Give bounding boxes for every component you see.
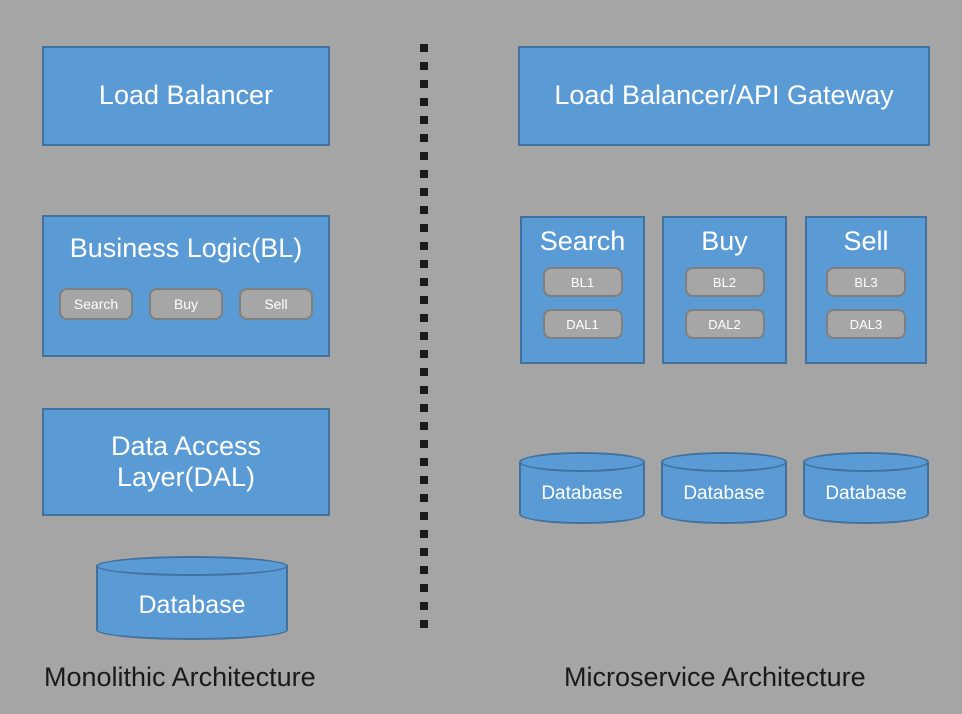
- monolith-load-balancer-node: Load Balancer: [42, 46, 330, 146]
- microservice-database-label-1: Database: [541, 483, 623, 504]
- monolith-data-access-layer-node: Data Access Layer(DAL): [42, 408, 330, 516]
- microservice-load-balancer-label: Load Balancer/API Gateway: [554, 80, 894, 111]
- monolith-database-cylinder: Database: [96, 556, 288, 640]
- microservice-caption: Microservice Architecture: [564, 662, 866, 692]
- microservice-database-label-2: Database: [683, 483, 765, 504]
- microservice-buy-data-access-layer-label: DAL2: [708, 316, 741, 332]
- monolith-data-access-layer-line2: Layer(DAL): [116, 462, 256, 492]
- diagram-canvas: Load Balancer Business Logic(BL) Search …: [0, 0, 962, 714]
- microservice-database-cylinder-2: Database: [661, 452, 787, 524]
- microservice-service-buy-title: Buy: [701, 226, 748, 256]
- microservice-search-data-access-layer-chip: DAL1: [542, 309, 623, 339]
- monolith-module-search-label: Search: [73, 295, 119, 312]
- monolith-module-row: Search Buy Sell: [44, 288, 328, 320]
- microservice-service-search: Search BL1 DAL1: [520, 216, 645, 364]
- microservice-database-cylinder-1: Database: [519, 452, 645, 524]
- microservice-sell-data-access-layer-chip: DAL3: [826, 309, 906, 339]
- monolith-module-sell: Sell: [239, 288, 313, 320]
- monolith-module-search: Search: [59, 288, 133, 320]
- monolith-data-access-layer-line1: Data Access: [110, 430, 262, 461]
- monolith-module-buy: Buy: [149, 288, 223, 320]
- vertical-dotted-divider: [420, 44, 428, 636]
- monolith-load-balancer-label: Load Balancer: [98, 80, 274, 111]
- microservice-buy-business-logic-label: BL2: [712, 274, 737, 290]
- monolith-module-sell-label: Sell: [264, 295, 288, 312]
- microservice-sell-business-logic-chip: BL3: [826, 267, 906, 297]
- monolith-database-label: Database: [138, 590, 246, 619]
- microservice-service-buy: Buy BL2 DAL2: [662, 216, 787, 364]
- monolith-business-logic-label: Business Logic(BL): [69, 233, 303, 263]
- microservice-database-cylinder-3: Database: [803, 452, 929, 524]
- microservice-service-sell-title: Sell: [843, 226, 889, 256]
- microservice-load-balancer-node: Load Balancer/API Gateway: [518, 46, 930, 146]
- microservice-service-sell: Sell BL3 DAL3: [805, 216, 927, 364]
- microservice-sell-business-logic-label: BL3: [854, 274, 878, 290]
- microservice-database-label-3: Database: [825, 483, 907, 504]
- monolith-data-access-layer-label: Data Access Layer(DAL): [111, 431, 261, 493]
- microservice-sell-data-access-layer-label: DAL3: [849, 316, 883, 332]
- microservice-service-search-title: Search: [539, 226, 626, 256]
- monolith-module-buy-label: Buy: [173, 295, 199, 312]
- microservice-search-data-access-layer-label: DAL1: [566, 316, 599, 332]
- microservice-buy-business-logic-chip: BL2: [684, 267, 765, 297]
- microservice-buy-data-access-layer-chip: DAL2: [684, 309, 765, 339]
- monolith-caption: Monolithic Architecture: [44, 662, 316, 692]
- microservice-search-business-logic-chip: BL1: [542, 267, 623, 297]
- microservice-search-business-logic-label: BL1: [570, 274, 595, 290]
- monolith-business-logic-node: Business Logic(BL) Search Buy Sell: [42, 215, 330, 357]
